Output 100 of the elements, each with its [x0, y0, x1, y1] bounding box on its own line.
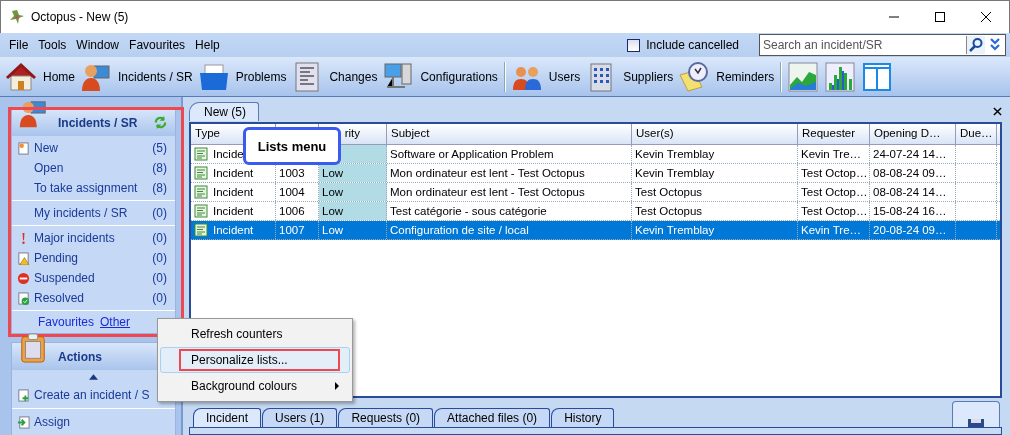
table-cell: Test catégorie - sous catégorie — [390, 205, 547, 217]
tab[interactable]: History — [551, 408, 615, 427]
tab[interactable]: Users (1) — [262, 408, 338, 427]
menu-item[interactable]: Help — [190, 38, 225, 52]
toolbar-button[interactable]: Changes — [289, 58, 381, 95]
table-cell: Software or Application Problem — [390, 148, 554, 160]
table-cell: Low — [322, 167, 344, 179]
sidebar-item[interactable]: Pending (0) — [12, 248, 175, 268]
tab[interactable]: Attached files (0) — [434, 408, 551, 427]
table-cell: Kevin Tremblay — [635, 224, 715, 236]
table-cell: Mon ordinateur est lent - Test Octopus — [390, 167, 585, 179]
search-field[interactable]: Search an incident/SR — [759, 34, 1006, 56]
column-header[interactable]: Requester — [798, 124, 870, 144]
table-cell: Incident — [213, 167, 254, 179]
toolbar-button[interactable]: Configurations — [380, 58, 501, 95]
table-cell: Kevin Tre… — [801, 224, 862, 236]
table-cell: 24-07-24 14… — [873, 148, 947, 160]
table-cell: 15-08-24 16… — [873, 205, 947, 217]
table-cell: 1006 — [279, 205, 305, 217]
table-cell: 1004 — [279, 186, 305, 198]
table-cell: Configuration de site / local — [390, 224, 529, 236]
toolbar-button[interactable]: Suppliers — [583, 58, 677, 95]
panel-title: Incidents / SR — [58, 115, 138, 130]
incident-icon — [194, 147, 208, 161]
table-cell: Kevin Tre… — [801, 148, 862, 160]
menu-item[interactable]: Personalize lists... — [160, 347, 350, 373]
action-item[interactable]: Assign — [12, 411, 175, 433]
warning-document-icon — [16, 251, 30, 265]
checkbox[interactable] — [627, 38, 641, 52]
incident-icon — [194, 166, 208, 180]
table-cell: Test Octop… — [801, 205, 868, 217]
menu-item[interactable]: Refresh counters — [160, 321, 350, 347]
menu-item[interactable]: File — [4, 38, 34, 52]
column-header[interactable]: Due… — [956, 124, 997, 144]
table-cell: Incident — [213, 186, 254, 198]
app-icon — [9, 9, 25, 25]
person-computer-icon — [18, 99, 48, 129]
favourites-label[interactable]: Favourites — [38, 315, 95, 329]
table-cell: 1007 — [279, 224, 305, 236]
table-cell: Test Octopus — [635, 205, 703, 217]
panel-title: Actions — [58, 349, 102, 364]
toolbar-button[interactable]: Users — [508, 58, 584, 95]
sidebar-item[interactable]: Open (8) — [12, 158, 175, 178]
table-row[interactable]: Incident 1004 Low Mon ordinateur est lent - Test Octopus Test Octopus Test Octop… 08-08-24 14… — [191, 183, 1000, 202]
table-cell: Test Octopus — [635, 186, 703, 198]
panels-icon — [861, 60, 894, 93]
column-header[interactable]: Subject — [387, 124, 632, 144]
menu-item[interactable]: Tools — [33, 38, 72, 52]
sidebar-item[interactable]: Suspended (0) — [12, 268, 175, 288]
checkbox-label: Include cancelled — [646, 38, 739, 52]
table-cell: 20-08-24 09… — [873, 224, 947, 236]
area-chart-icon — [787, 60, 820, 93]
other-link[interactable]: Other — [100, 315, 131, 329]
sidebar-item[interactable]: To take assignment (8) — [12, 178, 175, 198]
arrow-document-icon — [16, 415, 30, 429]
close-icon[interactable] — [993, 106, 1002, 116]
column-header[interactable]: Opening D… — [870, 124, 956, 144]
toolbar-button[interactable]: Reminders — [676, 58, 778, 95]
scroll-up-icon[interactable] — [89, 374, 98, 380]
sidebar-item[interactable]: Resolved (0) — [12, 288, 175, 308]
action-item[interactable]: Create an incident / S — [12, 384, 175, 406]
sidebar-item[interactable]: New (5) — [12, 138, 175, 158]
window-title: Octopus - New (5) — [31, 10, 129, 24]
table-cell: Incident — [213, 224, 254, 236]
new-document-icon — [16, 141, 30, 155]
table-cell: Incident — [213, 205, 254, 217]
tab[interactable]: Requests (0) — [338, 408, 434, 427]
menu-item[interactable]: Window — [71, 38, 125, 52]
table-cell: Low — [322, 205, 344, 217]
column-header[interactable]: User(s) — [632, 124, 798, 144]
callout-tooltip: Lists menu — [243, 127, 341, 165]
table-cell: Low — [322, 224, 344, 236]
toolbar-button[interactable]: Home — [3, 58, 78, 95]
sidebar-item[interactable]: Major incidents (0) — [12, 228, 175, 248]
tab[interactable]: New (5) — [189, 102, 259, 121]
table-cell: Kevin Tremblay — [635, 167, 715, 179]
table-cell: 08-08-24 09… — [873, 167, 947, 179]
table-cell: 08-08-24 14… — [873, 186, 947, 198]
add-document-icon — [16, 388, 30, 402]
search-icon[interactable] — [966, 36, 985, 54]
stop-icon — [16, 271, 30, 285]
bar-chart-icon — [824, 60, 857, 93]
toolbar-button[interactable]: Incidents / SR — [78, 58, 196, 95]
table-cell: Kevin Tremblay — [635, 148, 715, 160]
check-document-icon — [16, 291, 30, 305]
toolbar-button[interactable]: Problems — [195, 58, 290, 95]
house-icon — [5, 60, 37, 93]
table-cell: Test Octop… — [801, 167, 868, 179]
table-cell: Low — [322, 186, 344, 198]
save-button[interactable] — [952, 401, 1000, 427]
sidebar-item[interactable]: My incidents / SR (0) — [12, 203, 175, 223]
tab[interactable]: Incident — [193, 408, 262, 427]
table-cell: Test Octop… — [801, 186, 868, 198]
clock-icon — [678, 60, 711, 93]
table-row[interactable]: Incident 1007 Low Configuration de site / local Kevin Tremblay Kevin Tre… 20-08-24 09… — [191, 221, 1000, 240]
table-cell: Incide — [213, 148, 244, 160]
table-cell: 1003 — [279, 167, 305, 179]
submenu-arrow-icon — [335, 382, 339, 390]
menu-item[interactable]: Favourites — [124, 38, 191, 52]
clipboard-icon — [18, 333, 48, 363]
